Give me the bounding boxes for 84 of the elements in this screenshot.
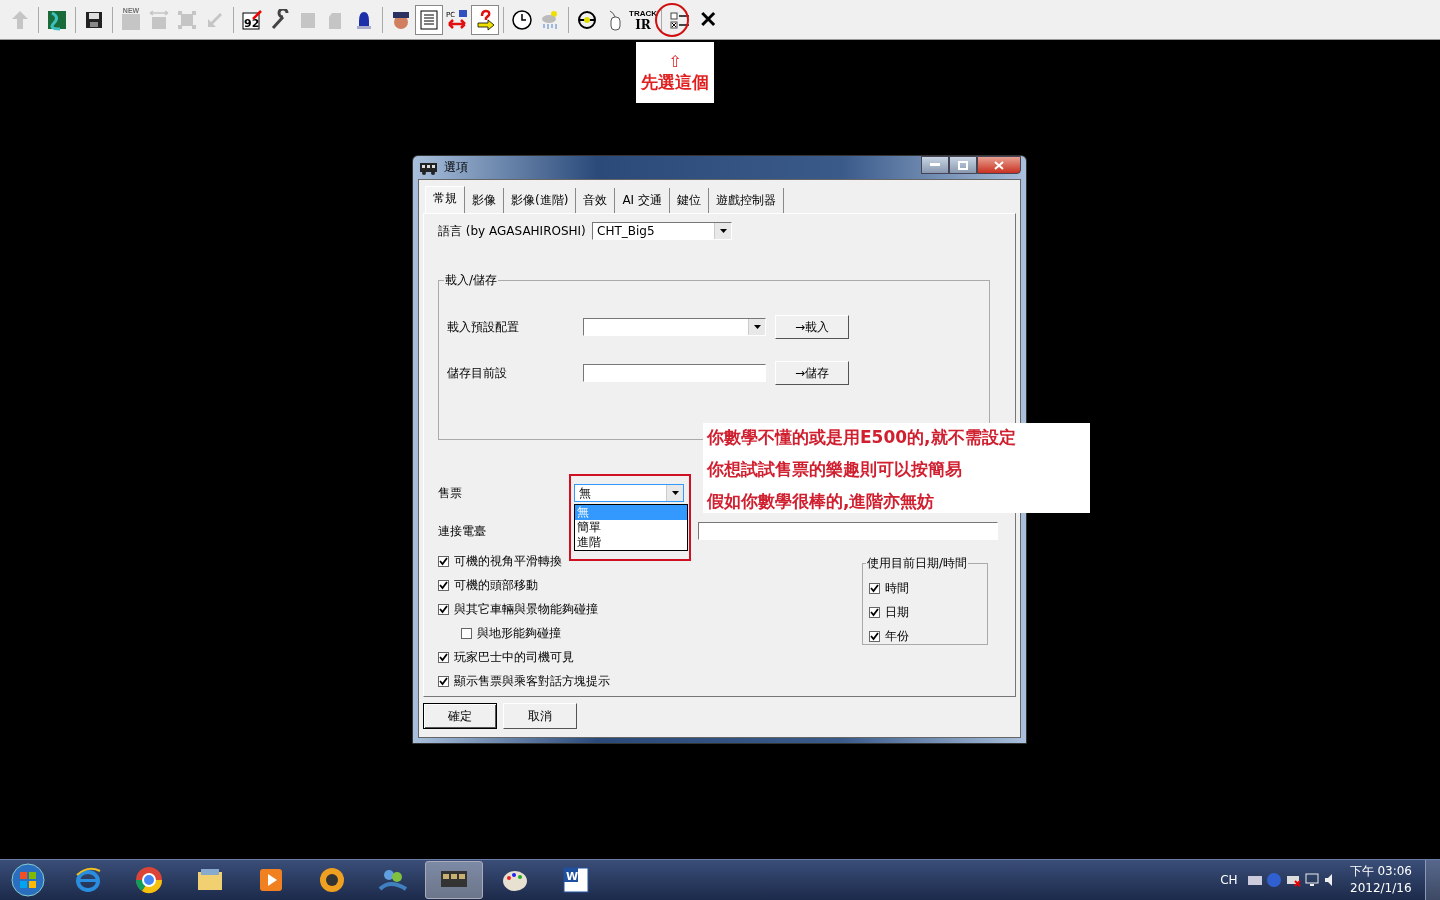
- checkbox-option[interactable]: 年份: [869, 624, 981, 648]
- save-settings-label: 儲存目前設: [447, 364, 508, 382]
- maximize-icon: [958, 160, 968, 170]
- load-preset-label: 載入預設配置: [447, 318, 520, 336]
- clock[interactable]: 下午 03:06 2012/1/16: [1349, 863, 1412, 897]
- checkbox[interactable]: [438, 651, 449, 663]
- check-icon: [439, 604, 448, 614]
- checkbox[interactable]: [438, 579, 449, 591]
- browser-e-icon: [73, 865, 103, 895]
- checkbox-option[interactable]: 玩家巴士中的司機可見: [438, 645, 610, 669]
- checkbox[interactable]: [869, 606, 880, 618]
- checkbox-option[interactable]: 時間: [869, 576, 981, 600]
- tab[interactable]: 常規: [425, 186, 465, 213]
- checkbox[interactable]: [438, 603, 449, 615]
- checkbox-option[interactable]: 顯示售票與乘客對話方塊提示: [438, 669, 610, 693]
- group-title: 使用目前日期/時間: [866, 555, 969, 572]
- check-icon: [439, 676, 448, 686]
- sheet-icon: [418, 8, 440, 31]
- note-text: 你數學不懂的或是用E500的,就不需設定: [707, 426, 1017, 448]
- maximize-button[interactable]: [949, 156, 977, 174]
- wheel-icon: [576, 8, 598, 31]
- check-icon: [439, 652, 448, 662]
- browser-ring-icon: [134, 865, 164, 895]
- checkbox[interactable]: [869, 630, 880, 642]
- show-desktop-button[interactable]: [1425, 860, 1440, 900]
- preset-dropdown[interactable]: [583, 318, 766, 336]
- close-button[interactable]: ✕: [694, 4, 722, 35]
- minimize-icon: [930, 163, 940, 167]
- taskbar-button[interactable]: [425, 861, 483, 899]
- wrench-icon: [269, 8, 291, 31]
- checkbox[interactable]: [438, 675, 449, 687]
- caret-icon: [671, 491, 679, 495]
- windows-logo-icon: [11, 863, 45, 897]
- input-language[interactable]: CH: [1220, 873, 1238, 887]
- check-icon: [870, 583, 879, 593]
- language-dropdown[interactable]: CHT_Big5: [592, 222, 732, 240]
- checkbox-option[interactable]: 可機的視角平滑轉換: [438, 549, 610, 573]
- caret-icon: [719, 229, 727, 233]
- checkbox[interactable]: [869, 582, 880, 594]
- checkbox-option[interactable]: 可機的頭部移動: [438, 573, 610, 597]
- word-icon: W: [561, 865, 591, 895]
- note-text: 你想試試售票的樂趣則可以按簡易: [707, 458, 963, 480]
- check-icon: [439, 580, 448, 590]
- dropdown-option[interactable]: 進階: [575, 535, 687, 550]
- clock-date: 2012/1/16: [1350, 880, 1412, 897]
- checkbox-option[interactable]: 與地形能夠碰撞: [461, 621, 610, 645]
- cancel-button[interactable]: 取消: [503, 703, 577, 729]
- dropdown-option[interactable]: 簡單: [575, 520, 687, 535]
- note-text: 假如你數學很棒的,進階亦無妨: [707, 490, 936, 512]
- checkbox[interactable]: [438, 555, 449, 567]
- monitor-icon[interactable]: [1303, 872, 1320, 888]
- clock-time: 下午 03:06: [1349, 863, 1412, 880]
- callout-text: 先選這個: [641, 70, 709, 93]
- toolbar-button[interactable]: TRACK IR: [629, 4, 657, 35]
- group-title: 載入/儲存: [444, 272, 499, 289]
- save-name-field[interactable]: [583, 364, 766, 382]
- checkbox-option[interactable]: 與其它車輛與景物能夠碰撞: [438, 597, 610, 621]
- save-button[interactable]: →儲存: [775, 361, 849, 385]
- close-button[interactable]: [977, 156, 1021, 174]
- language-label: 語言 (by AGASAHIROSHI): [438, 222, 587, 240]
- ticket-dropdown[interactable]: 無: [574, 484, 684, 502]
- keyboard-icon[interactable]: [1246, 873, 1263, 887]
- bus-icon: [420, 160, 438, 175]
- clock-icon: [511, 8, 533, 31]
- load-button[interactable]: →載入: [775, 315, 849, 339]
- check-icon: [870, 607, 879, 617]
- check-icon: [439, 556, 448, 566]
- map-icon: [46, 8, 68, 31]
- resize-icon: [148, 8, 170, 31]
- check-icon: [870, 631, 879, 641]
- checkbox[interactable]: [461, 627, 472, 639]
- radio-station-label: 連接電臺: [438, 522, 487, 540]
- close-icon: [994, 160, 1004, 170]
- taskbar-button[interactable]: W: [547, 861, 605, 899]
- ticket-label: 售票: [438, 484, 463, 502]
- checkbox-option[interactable]: 日期: [869, 600, 981, 624]
- caret-icon: [753, 325, 761, 329]
- crop-icon: [176, 8, 198, 31]
- ok-button[interactable]: 確定: [423, 703, 497, 729]
- window-title: 選項: [444, 159, 468, 176]
- callout-arrow: ⇧: [668, 52, 682, 71]
- radio-station-field[interactable]: [698, 522, 998, 540]
- highlight-circle: [655, 3, 689, 37]
- minimize-button[interactable]: [921, 156, 949, 174]
